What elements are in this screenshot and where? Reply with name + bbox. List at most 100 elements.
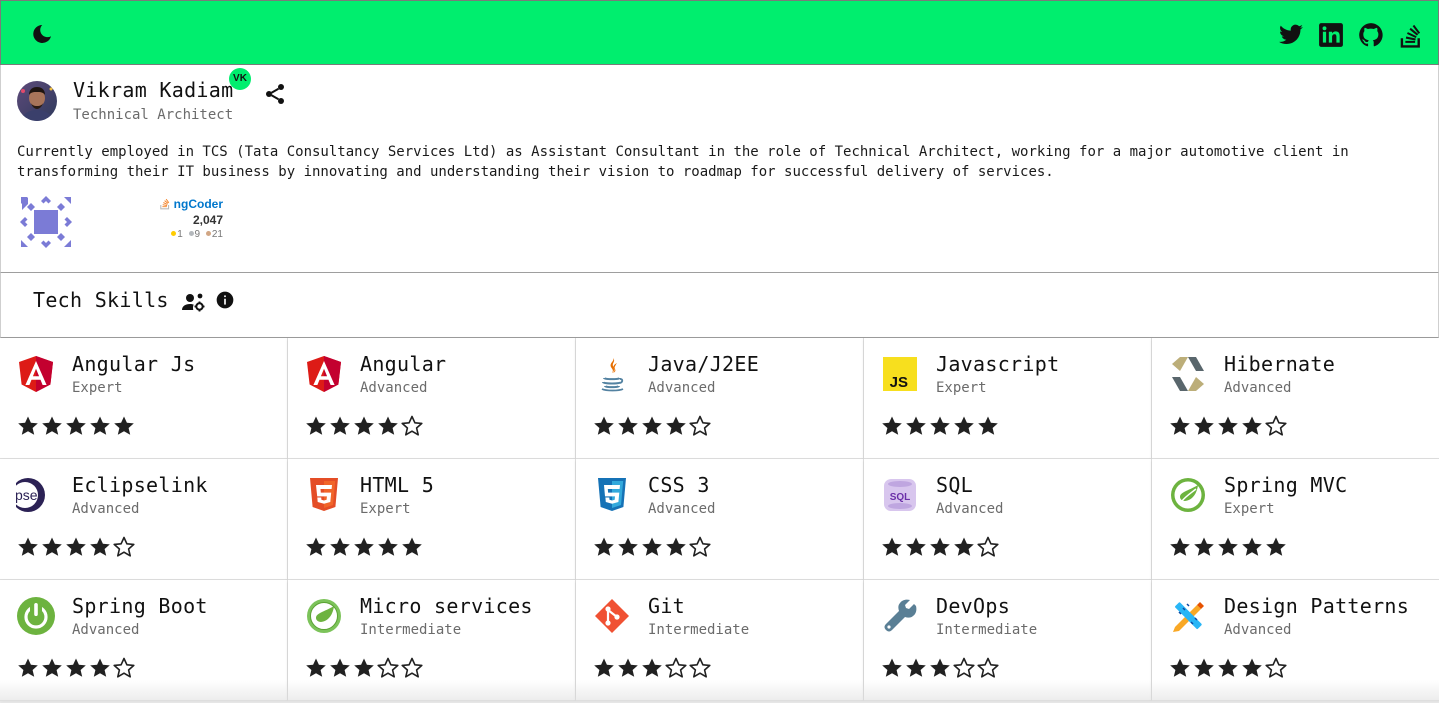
star-filled-icon bbox=[306, 537, 326, 556]
star-outline-icon bbox=[401, 657, 423, 678]
svg-text:JS: JS bbox=[890, 374, 908, 391]
skill-card[interactable]: Angular Js Expert bbox=[0, 338, 288, 459]
skill-level: Expert bbox=[936, 380, 987, 396]
skill-rating bbox=[880, 414, 1000, 438]
skill-rating bbox=[304, 656, 424, 680]
svg-text:SQL: SQL bbox=[890, 492, 911, 503]
github-icon[interactable] bbox=[1358, 22, 1384, 48]
star-filled-icon bbox=[1242, 537, 1262, 556]
git-icon bbox=[595, 599, 629, 633]
star-filled-icon bbox=[18, 416, 38, 435]
identicon-image[interactable] bbox=[19, 195, 73, 249]
html5-icon bbox=[310, 478, 338, 511]
skill-level: Advanced bbox=[72, 501, 140, 517]
javascript-icon: JS bbox=[883, 357, 917, 391]
skill-level: Advanced bbox=[648, 501, 716, 517]
skill-card[interactable]: JS Javascript Expert bbox=[864, 338, 1152, 459]
initials-badge: VK bbox=[229, 68, 251, 90]
stackoverflow-icon[interactable] bbox=[1398, 22, 1424, 48]
star-filled-icon bbox=[642, 537, 662, 556]
skill-name: Design Patterns bbox=[1224, 594, 1410, 618]
moon-icon[interactable] bbox=[30, 22, 54, 46]
angular-icon bbox=[307, 356, 341, 392]
spring-icon bbox=[1171, 478, 1205, 512]
skill-level: Advanced bbox=[72, 622, 140, 638]
skill-card[interactable]: HTML 5 Expert bbox=[288, 459, 576, 580]
star-filled-icon bbox=[1170, 537, 1190, 556]
flair-username: ngCoder bbox=[173, 197, 223, 211]
star-filled-icon bbox=[1218, 416, 1238, 435]
skill-level: Advanced bbox=[1224, 380, 1292, 396]
gold-badge-dot bbox=[171, 231, 177, 237]
skill-card[interactable]: DevOps Intermediate bbox=[864, 580, 1152, 701]
star-filled-icon bbox=[306, 658, 326, 677]
skill-rating bbox=[1168, 535, 1288, 559]
silver-badge-count: 9 bbox=[194, 229, 201, 240]
skill-card[interactable]: Spring MVC Expert bbox=[1152, 459, 1439, 580]
skill-card[interactable]: Hibernate Advanced bbox=[1152, 338, 1439, 459]
star-filled-icon bbox=[1242, 658, 1262, 677]
skill-card[interactable]: Spring Boot Advanced bbox=[0, 580, 288, 701]
java-icon bbox=[601, 358, 624, 392]
star-filled-icon bbox=[354, 537, 374, 556]
info-icon[interactable] bbox=[215, 290, 235, 310]
skill-card[interactable]: Design Patterns Advanced bbox=[1152, 580, 1439, 701]
skill-card[interactable]: Java/J2EE Advanced bbox=[576, 338, 864, 459]
skill-card[interactable]: SQL SQL Advanced bbox=[864, 459, 1152, 580]
skill-card[interactable]: Angular Advanced bbox=[288, 338, 576, 459]
skill-card[interactable]: pse Eclipselink Advanced bbox=[0, 459, 288, 580]
star-filled-icon bbox=[306, 416, 326, 435]
star-filled-icon bbox=[90, 658, 110, 677]
star-outline-icon bbox=[401, 415, 423, 436]
star-outline-icon bbox=[977, 657, 999, 678]
star-filled-icon bbox=[618, 416, 638, 435]
skill-card[interactable]: CSS 3 Advanced bbox=[576, 459, 864, 580]
skill-card[interactable]: Micro services Intermediate bbox=[288, 580, 576, 701]
skill-level: Expert bbox=[360, 501, 411, 517]
star-filled-icon bbox=[666, 537, 686, 556]
star-filled-icon bbox=[594, 416, 614, 435]
star-filled-icon bbox=[594, 658, 614, 677]
skill-name: Git bbox=[648, 594, 686, 618]
top-toolbar bbox=[0, 0, 1439, 65]
star-filled-icon bbox=[1218, 658, 1238, 677]
star-filled-icon bbox=[882, 658, 902, 677]
star-filled-icon bbox=[66, 658, 86, 677]
flair-reputation: 2,047 bbox=[192, 213, 223, 227]
skill-rating bbox=[16, 656, 136, 680]
star-filled-icon bbox=[330, 416, 350, 435]
skill-rating bbox=[1168, 414, 1288, 438]
stackoverflow-flair[interactable]: ngCoder 2,047 1 9 21 bbox=[151, 197, 223, 247]
profile-card: Vikram Kadiam VK Technical Architect Cur… bbox=[0, 65, 1439, 273]
star-outline-icon bbox=[665, 657, 687, 678]
skill-rating bbox=[880, 656, 1000, 680]
skill-rating bbox=[16, 414, 136, 438]
star-filled-icon bbox=[42, 658, 62, 677]
flair-badges: 1 9 21 bbox=[151, 229, 223, 240]
star-filled-icon bbox=[330, 537, 350, 556]
star-filled-icon bbox=[618, 658, 638, 677]
twitter-icon[interactable] bbox=[1278, 22, 1304, 48]
star-outline-icon bbox=[377, 657, 399, 678]
star-filled-icon bbox=[1194, 537, 1214, 556]
stackoverflow-icon bbox=[159, 198, 169, 210]
star-filled-icon bbox=[1242, 416, 1262, 435]
linkedin-icon[interactable] bbox=[1318, 22, 1344, 48]
star-filled-icon bbox=[666, 416, 686, 435]
skill-name: Angular Js bbox=[72, 352, 196, 376]
skill-rating bbox=[304, 414, 424, 438]
skill-card[interactable]: Git Intermediate bbox=[576, 580, 864, 701]
star-filled-icon bbox=[930, 416, 950, 435]
star-filled-icon bbox=[354, 416, 374, 435]
share-icon[interactable] bbox=[263, 82, 287, 106]
skill-level: Advanced bbox=[648, 380, 716, 396]
avatar[interactable] bbox=[17, 81, 57, 121]
skills-title: Tech Skills bbox=[33, 288, 169, 312]
star-filled-icon bbox=[66, 537, 86, 556]
star-filled-icon bbox=[882, 416, 902, 435]
star-filled-icon bbox=[906, 416, 926, 435]
skill-name: DevOps bbox=[936, 594, 1011, 618]
skill-rating bbox=[16, 535, 136, 559]
star-filled-icon bbox=[330, 658, 350, 677]
star-filled-icon bbox=[378, 537, 398, 556]
